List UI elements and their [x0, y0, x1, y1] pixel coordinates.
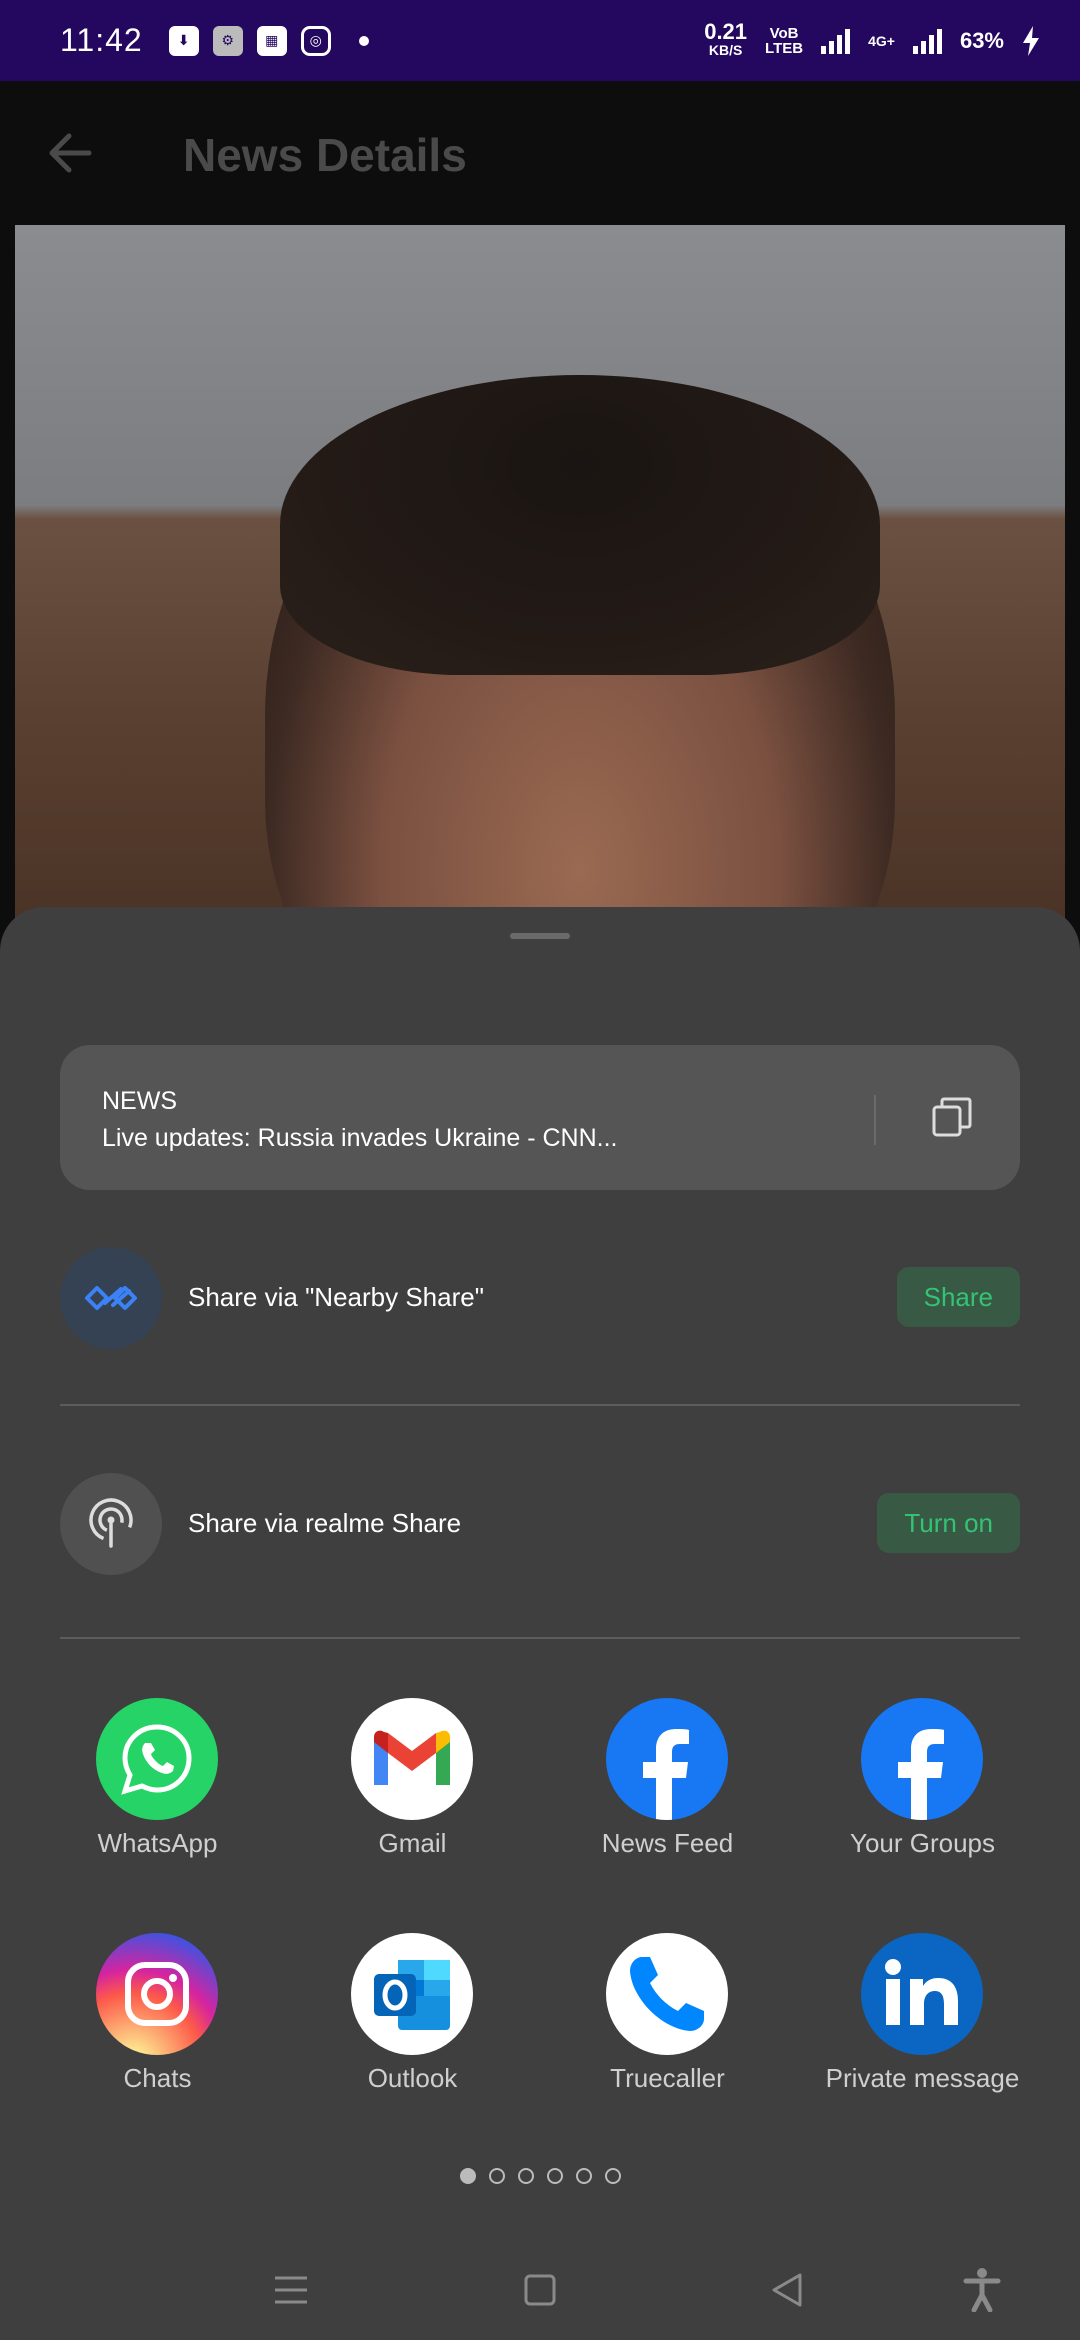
volte-top: VoB [769, 24, 799, 42]
app-label: Chats [123, 2063, 192, 2093]
share-app-instagram-chats[interactable]: Chats [30, 1933, 285, 2133]
nearby-share-label: Share via "Nearby Share" [188, 1282, 484, 1312]
app-label: Outlook [367, 2063, 458, 2093]
system-nav-bar [0, 2240, 1080, 2340]
news-photo-hair [280, 375, 880, 675]
realme-share-icon [60, 1473, 162, 1575]
section-divider [60, 1404, 1020, 1406]
app-label: Truecaller [610, 2063, 725, 2093]
page-title: News Details [183, 129, 467, 181]
page-indicator-dot[interactable] [488, 2168, 505, 2184]
menu-icon [275, 2276, 307, 2304]
status-time: 11:42 [60, 22, 143, 58]
app-label: Your Groups [849, 1828, 996, 1858]
back-nav-button[interactable] [757, 2260, 817, 2320]
outlook-icon [351, 1933, 473, 2055]
network-type: 4G+ [868, 32, 895, 49]
share-app-outlook[interactable]: Outlook [285, 1933, 540, 2133]
share-app-linkedin[interactable]: Private message [795, 1933, 1050, 2133]
network-speed-unit: KB/S [708, 41, 743, 58]
charging-icon [1023, 25, 1039, 56]
truecaller-icon [606, 1933, 728, 2055]
app-label: Gmail [378, 1828, 447, 1858]
network-speed: 0.21 KB/S [704, 18, 748, 59]
accessibility-button[interactable] [952, 2260, 1012, 2320]
realme-share-label: Share via realme Share [188, 1508, 462, 1538]
page-indicator-dot[interactable] [459, 2168, 476, 2184]
accessibility-icon [963, 2268, 1001, 2312]
instagram-status-icon: ◎ [300, 25, 331, 56]
home-button[interactable] [510, 2260, 570, 2320]
news-image [15, 225, 1065, 925]
gmail-icon [351, 1698, 473, 1820]
app-label: News Feed [601, 1828, 734, 1858]
page-indicator-dot[interactable] [517, 2168, 534, 2184]
instagram-icon [96, 1933, 218, 2055]
page-indicator-dot[interactable] [575, 2168, 592, 2184]
whatsapp-icon [96, 1698, 218, 1820]
share-app-truecaller[interactable]: Truecaller [540, 1933, 795, 2133]
share-app-your-groups[interactable]: Your Groups [795, 1698, 1050, 1898]
drag-handle[interactable] [510, 933, 570, 939]
share-preview-card: NEWS Live updates: Russia invades Ukrain… [60, 1045, 1020, 1190]
realme-turn-on-button[interactable]: Turn on [877, 1493, 1020, 1553]
copy-icon [932, 1097, 972, 1137]
system-indicators: 0.21 KB/S VoB LTEB 4G+ 63% [704, 18, 1040, 59]
network-speed-value: 0.21 [704, 18, 748, 44]
settings-icon: ⚙ [212, 25, 243, 56]
section-divider [60, 1637, 1020, 1639]
arrow-left-icon [49, 133, 92, 173]
share-app-news-feed[interactable]: News Feed [540, 1698, 795, 1898]
nearby-share-row: Share via "Nearby Share" Share [60, 1247, 1020, 1351]
copy-button[interactable] [922, 1087, 982, 1147]
volte-bottom: LTEB [765, 39, 804, 57]
calendar-app-icon: ▦ [256, 25, 287, 56]
preview-title: NEWS [102, 1087, 177, 1115]
linkedin-icon [861, 1933, 983, 2055]
notification-icons: ⬇ ⚙ ▦ ◎ [168, 25, 369, 56]
page-indicator-dot[interactable] [604, 2168, 621, 2184]
volte-indicator: VoB LTEB [765, 26, 803, 56]
share-pager [0, 2168, 1080, 2184]
app-label: Private message [825, 2063, 1020, 2093]
facebook-icon [861, 1698, 983, 1820]
page-indicator-dot[interactable] [546, 2168, 563, 2184]
facebook-icon [606, 1698, 728, 1820]
signal-icon-2 [912, 28, 942, 54]
more-notifications-icon [358, 35, 369, 46]
nearby-share-icon [60, 1247, 162, 1349]
back-button[interactable] [40, 123, 100, 183]
recent-apps-button[interactable] [261, 2260, 321, 2320]
share-app-gmail[interactable]: Gmail [285, 1698, 540, 1898]
app-bar: News Details [0, 81, 1080, 226]
realme-share-row: Share via realme Share Turn on [60, 1473, 1020, 1577]
preview-subtitle: Live updates: Russia invades Ukraine - C… [102, 1124, 618, 1152]
share-app-whatsapp[interactable]: WhatsApp [30, 1698, 285, 1898]
battery-level: 63% [959, 27, 1004, 53]
preview-divider [874, 1095, 876, 1145]
triangle-back-icon [772, 2273, 802, 2307]
signal-icon [821, 28, 851, 54]
square-icon [524, 2274, 556, 2306]
nearby-share-button[interactable]: Share [896, 1267, 1020, 1327]
status-bar: 11:42 ⬇ ⚙ ▦ ◎ 0.21 KB/S VoB LTEB 4G+ 63% [0, 0, 1080, 81]
download-icon: ⬇ [168, 25, 199, 56]
app-label: WhatsApp [97, 1828, 218, 1858]
